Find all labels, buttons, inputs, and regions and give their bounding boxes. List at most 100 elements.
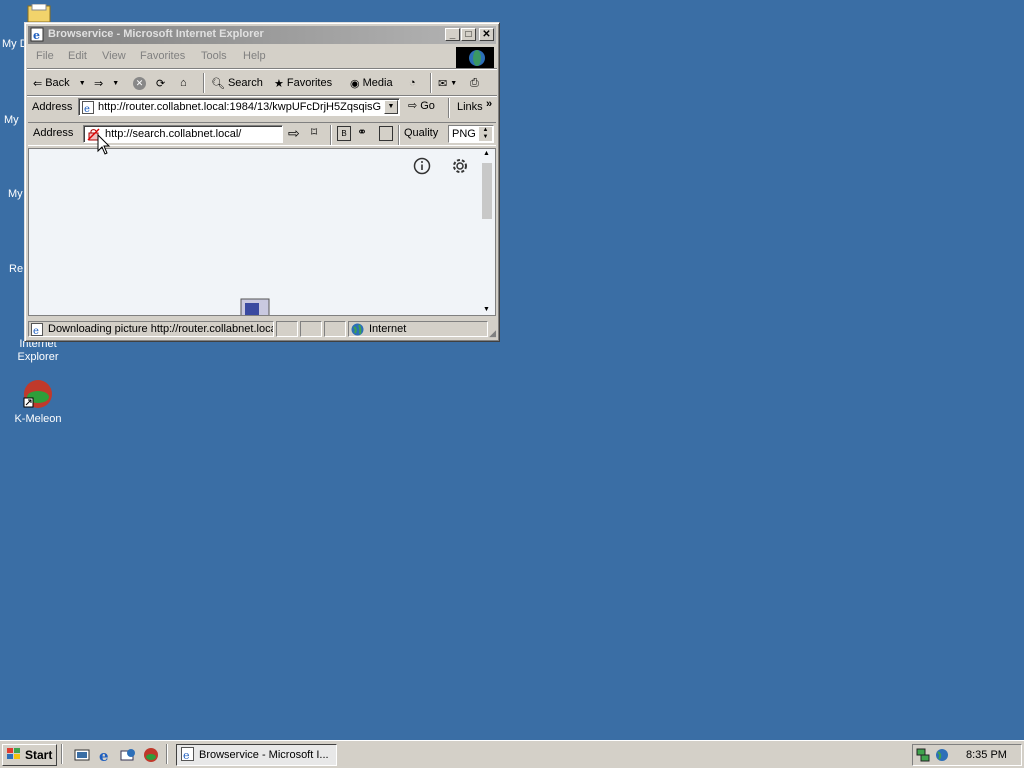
menu-help[interactable]: Help	[243, 50, 266, 62]
status-bar: e Downloading picture http://router.coll…	[28, 320, 496, 339]
taskbar-window-button[interactable]: e Browservice - Microsoft I...	[176, 744, 337, 766]
menu-favorites[interactable]: Favorites	[140, 50, 185, 62]
close-button[interactable]: ✕	[479, 28, 494, 41]
media-icon: ◉	[350, 77, 360, 90]
links-button[interactable]: Links	[457, 101, 483, 113]
forward-arrow-icon: ⇒	[94, 77, 104, 90]
windows-logo-icon	[456, 47, 494, 69]
go-button[interactable]: ⇨ Go	[408, 99, 435, 113]
scroll-up-icon[interactable]: ▲	[483, 150, 490, 157]
chevron-right-icon[interactable]: »	[486, 98, 492, 110]
k-meleon-icon[interactable]	[143, 747, 159, 763]
desktop-label[interactable]: My	[4, 114, 19, 126]
refresh-button[interactable]: ⟳	[156, 74, 165, 92]
status-panel	[300, 321, 322, 337]
desktop-label[interactable]: My	[8, 188, 23, 200]
k-meleon-icon	[22, 378, 54, 410]
svg-text:e: e	[99, 747, 109, 763]
favorites-label: Favorites	[286, 77, 333, 89]
bookmark-icon[interactable]: ⌑	[311, 125, 317, 139]
back-button[interactable]: ⇐ Back ▼	[33, 74, 86, 92]
chevron-down-icon[interactable]: ▼	[384, 100, 398, 114]
home-button[interactable]: ⌂	[180, 74, 187, 92]
scroll-thumb[interactable]	[482, 163, 492, 219]
mouse-cursor-icon	[97, 133, 111, 159]
back-arrow-icon: ⇐	[33, 77, 43, 90]
quality-label: Quality	[404, 127, 439, 139]
menu-edit[interactable]: Edit	[68, 50, 87, 62]
scroll-down-icon[interactable]: ▼	[483, 306, 490, 313]
spin-down-icon[interactable]: ▼	[479, 134, 492, 141]
ie-page-icon: e	[82, 101, 95, 117]
favorites-button[interactable]: ★ Favorites	[274, 74, 332, 92]
svg-text:e: e	[183, 749, 190, 761]
info-icon[interactable]	[413, 157, 431, 178]
ie-page-icon: e	[181, 746, 195, 764]
browservice-address-value: http://search.collabnet.local/	[105, 128, 242, 140]
mail-button[interactable]: ✉ ▼	[438, 74, 457, 92]
outlook-express-icon[interactable]	[120, 747, 136, 763]
page-viewport[interactable]: ▲ ▼	[28, 148, 496, 316]
status-zone-panel: Internet	[348, 321, 488, 337]
window-title: Browservice - Microsoft Internet Explore…	[48, 28, 264, 40]
quality-select[interactable]: PNG ▲ ▼	[448, 125, 494, 143]
desktop-icon-k-meleon[interactable]: K-Meleon	[0, 378, 76, 426]
gear-icon[interactable]	[450, 156, 470, 179]
maximize-button[interactable]: □	[461, 28, 476, 41]
spin-up-icon[interactable]: ▲	[479, 127, 492, 134]
ie-page-icon: e	[31, 323, 44, 336]
desktop-label: K-Meleon	[14, 413, 62, 425]
loading-picture-icon	[235, 295, 275, 315]
media-button[interactable]: ◉ Media	[350, 74, 393, 92]
network-icon[interactable]	[916, 747, 932, 766]
globe-icon	[351, 323, 364, 336]
chevron-down-icon[interactable]: ▼	[79, 80, 86, 87]
navigate-arrow-icon[interactable]: ⇨	[288, 125, 300, 142]
address-input[interactable]: e http://router.collabnet.local:1984/13/…	[78, 98, 400, 116]
system-tray: 8:35 PM	[912, 744, 1022, 766]
favorites-icon: ★	[274, 77, 284, 90]
connection-globe-icon[interactable]	[934, 747, 950, 766]
home-icon: ⌂	[180, 77, 187, 89]
clipboard-icon[interactable]	[379, 126, 393, 141]
menu-file[interactable]: File	[36, 50, 54, 62]
show-desktop-icon[interactable]	[74, 747, 90, 763]
standard-toolbar: ⇐ Back ▼ ⇒ ▼ ✕ ⟳ ⌂ 🔍︎ Search ★ Favorites…	[28, 71, 496, 95]
chevron-down-icon[interactable]: ▼	[112, 80, 119, 87]
history-icon: ◔	[409, 77, 416, 89]
zone-text: Internet	[369, 323, 407, 335]
stop-icon: ✕	[133, 76, 146, 90]
go-label: Go	[420, 99, 435, 112]
desktop-label[interactable]: Re	[9, 263, 23, 275]
quality-value: PNG	[452, 128, 476, 140]
history-button[interactable]: ◔	[409, 74, 416, 92]
clock: 8:35 PM	[966, 749, 1007, 761]
resize-grip[interactable]: ◢	[489, 328, 496, 339]
go-arrow-icon: ⇨	[408, 100, 418, 112]
menu-tools[interactable]: Tools	[201, 50, 227, 62]
status-text-panel: e Downloading picture http://router.coll…	[28, 321, 274, 337]
bookmarks-list-icon[interactable]: B	[337, 126, 351, 141]
address-value: http://router.collabnet.local:1984/13/kw…	[98, 101, 381, 113]
print-icon: ⎙	[470, 76, 479, 89]
print-button[interactable]: ⎙	[470, 74, 479, 92]
title-bar[interactable]: e Browservice - Microsoft Internet Explo…	[28, 26, 496, 44]
forward-button[interactable]: ⇒ ▼	[94, 74, 119, 92]
browservice-address-input[interactable]: http://search.collabnet.local/	[83, 125, 283, 143]
svg-text:e: e	[84, 104, 90, 114]
find-binoculars-icon[interactable]: ⚭	[357, 125, 367, 139]
vertical-scrollbar[interactable]: ▲ ▼	[479, 149, 495, 315]
minimize-button[interactable]: _	[445, 28, 460, 41]
windows-flag-icon	[6, 747, 22, 764]
refresh-icon: ⟳	[156, 77, 166, 90]
search-icon: 🔍︎	[211, 77, 225, 90]
start-label: Start	[25, 748, 53, 762]
internet-explorer-icon[interactable]: e	[97, 747, 113, 765]
menu-view[interactable]: View	[102, 50, 126, 62]
ie-page-icon: e	[30, 27, 45, 42]
stop-button[interactable]: ✕	[133, 74, 146, 92]
start-button[interactable]: Start	[2, 744, 57, 766]
search-button[interactable]: 🔍︎ Search	[211, 74, 263, 92]
chevron-down-icon[interactable]: ▼	[450, 80, 457, 87]
menu-bar: File Edit View Favorites Tools Help	[28, 46, 496, 69]
